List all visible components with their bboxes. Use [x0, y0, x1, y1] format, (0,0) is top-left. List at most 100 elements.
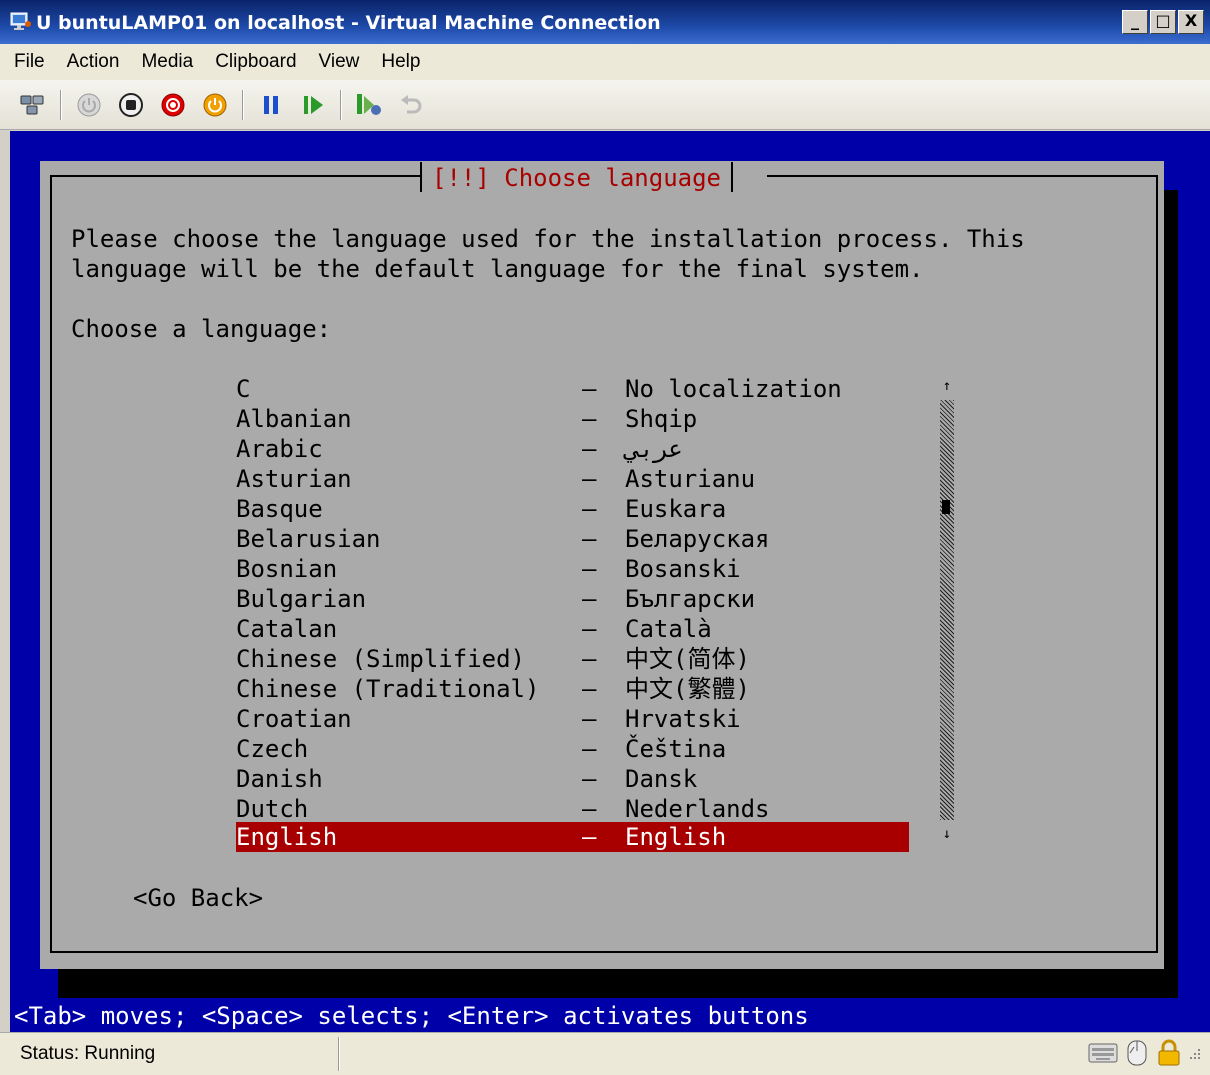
minimize-button[interactable]: _: [1122, 10, 1148, 34]
separator-dash: –: [582, 375, 597, 403]
language-option[interactable]: Belarusian – Беларуская: [236, 524, 916, 554]
native-name: Euskara: [625, 495, 727, 523]
menu-action[interactable]: Action: [67, 51, 120, 73]
toolbar-separator: [340, 89, 342, 120]
menu-bar: File Action Media Clipboard View Help: [0, 44, 1210, 80]
language-name: Chinese (Traditional): [236, 675, 540, 703]
native-name: Български: [625, 585, 756, 613]
language-option[interactable]: C – No localization: [236, 374, 916, 404]
menu-view[interactable]: View: [319, 51, 360, 73]
revert-icon[interactable]: [396, 90, 426, 120]
status-separator: [338, 1037, 340, 1071]
menu-file[interactable]: File: [14, 51, 45, 73]
language-name: Asturian: [236, 465, 352, 493]
lock-icon: [1156, 1039, 1182, 1071]
language-name: Croatian: [236, 705, 352, 733]
language-option[interactable]: Bulgarian – Български: [236, 584, 916, 614]
language-option[interactable]: Asturian – Asturianu: [236, 464, 916, 494]
separator-dash: –: [582, 525, 597, 553]
ctrl-alt-del-icon[interactable]: [18, 90, 48, 120]
separator-dash: –: [582, 675, 597, 703]
language-option[interactable]: Czech – Čeština: [236, 734, 916, 764]
separator-dash: –: [582, 615, 597, 643]
language-option-selected[interactable]: English – English: [236, 822, 909, 852]
language-name: English: [236, 823, 338, 851]
dialog-border-top: [50, 175, 428, 177]
language-option[interactable]: Croatian – Hrvatski: [236, 704, 916, 734]
separator-dash: –: [582, 705, 597, 733]
scroll-down-arrow[interactable]: ↓: [940, 826, 954, 842]
toolbar: [0, 80, 1210, 130]
language-name: C: [236, 375, 251, 403]
dialog-title: [!!] Choose language: [420, 162, 733, 192]
toolbar-separator: [242, 89, 244, 120]
language-option[interactable]: Albanian – Shqip: [236, 404, 916, 434]
status-text: Status: Running: [20, 1043, 156, 1064]
resume-icon[interactable]: [298, 90, 328, 120]
native-name: 中文(简体): [625, 645, 750, 673]
language-option[interactable]: Arabic – عربي: [236, 434, 916, 464]
scroll-up-arrow[interactable]: ↑: [940, 378, 954, 394]
go-back-button[interactable]: <Go Back>: [133, 883, 263, 913]
separator-dash: –: [582, 585, 597, 613]
native-name: Asturianu: [625, 465, 756, 493]
language-name: Catalan: [236, 615, 338, 643]
scrollbar-thumb[interactable]: [942, 500, 950, 514]
separator-dash: –: [582, 823, 597, 851]
language-option[interactable]: Catalan – Català: [236, 614, 916, 644]
native-name: Čeština: [625, 735, 727, 763]
native-name: Dansk: [625, 765, 698, 793]
dialog-border-top: [767, 175, 1158, 177]
vm-connection-icon: [10, 12, 32, 30]
turn-off-icon[interactable]: [116, 90, 146, 120]
title-bar[interactable]: U buntuLAMP01 on localhost - Virtual Mac…: [0, 0, 1210, 44]
scrollbar-track[interactable]: [940, 400, 954, 820]
language-option[interactable]: Chinese (Traditional) – 中文(繁體): [236, 674, 916, 704]
language-name: Danish: [236, 765, 323, 793]
language-option[interactable]: Dutch – Nederlands: [236, 794, 916, 824]
separator-dash: –: [582, 465, 597, 493]
language-name: Albanian: [236, 405, 352, 433]
native-name: Bosanski: [625, 555, 741, 583]
menu-clipboard[interactable]: Clipboard: [215, 51, 296, 73]
menu-help[interactable]: Help: [381, 51, 420, 73]
native-name: Shqip: [625, 405, 698, 433]
separator-dash: –: [582, 765, 597, 793]
toolbar-separator: [60, 89, 62, 120]
window-title: U buntuLAMP01 on localhost - Virtual Mac…: [36, 12, 661, 34]
maximize-button[interactable]: □: [1150, 10, 1176, 34]
menu-media[interactable]: Media: [141, 51, 193, 73]
separator-dash: –: [582, 795, 597, 823]
native-name: English: [625, 823, 727, 851]
keyboard-hint: <Tab> moves; <Space> selects; <Enter> ac…: [10, 1000, 1210, 1032]
power-icon[interactable]: [200, 90, 230, 120]
status-bar: Status: Running: [0, 1032, 1210, 1075]
language-name: Czech: [236, 735, 309, 763]
language-name: Belarusian: [236, 525, 381, 553]
native-name: 中文(繁體): [625, 675, 750, 703]
list-scrollbar[interactable]: [940, 400, 954, 820]
native-name: Català: [625, 615, 712, 643]
native-name: Беларуская: [625, 525, 770, 553]
shutdown-icon[interactable]: [158, 90, 188, 120]
language-name: Arabic: [236, 435, 323, 463]
description-line-1: Please choose the language used for the …: [71, 225, 1025, 253]
language-option[interactable]: Chinese (Simplified) – 中文(简体): [236, 644, 916, 674]
resize-grip-icon[interactable]: [1188, 1046, 1202, 1065]
start-icon[interactable]: [74, 90, 104, 120]
mouse-icon: [1124, 1039, 1150, 1071]
choose-language-prompt: Choose a language:: [71, 315, 332, 343]
close-button[interactable]: X: [1178, 10, 1204, 34]
keyboard-icon: [1088, 1040, 1118, 1070]
language-name: Basque: [236, 495, 323, 523]
language-name: Bulgarian: [236, 585, 367, 613]
native-name: No localization: [625, 375, 842, 403]
separator-dash: –: [582, 435, 597, 463]
language-option[interactable]: Basque – Euskara: [236, 494, 916, 524]
pause-icon[interactable]: [256, 90, 286, 120]
language-name: Dutch: [236, 795, 309, 823]
snapshot-icon[interactable]: [354, 90, 384, 120]
language-option[interactable]: Danish – Dansk: [236, 764, 916, 794]
language-option[interactable]: Bosnian – Bosanski: [236, 554, 916, 584]
separator-dash: –: [582, 405, 597, 433]
